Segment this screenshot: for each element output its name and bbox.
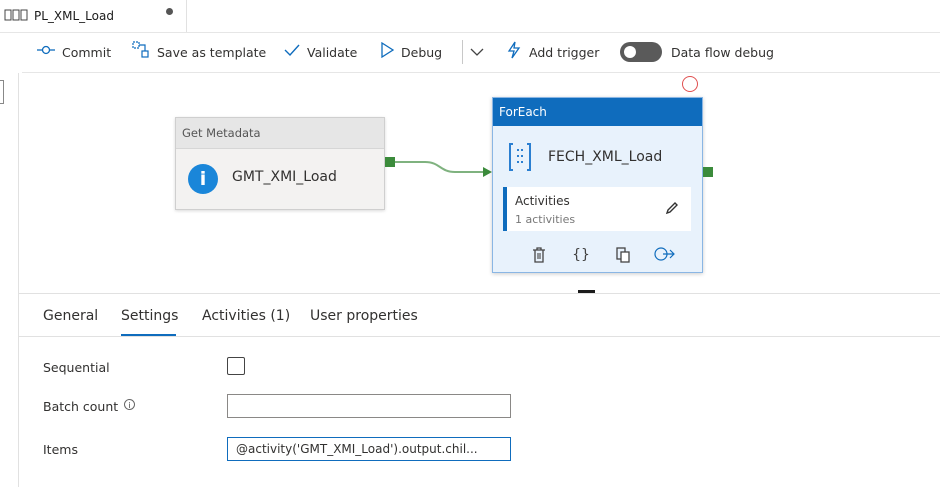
template-icon	[132, 41, 150, 63]
commit-label: Commit	[62, 44, 112, 60]
tabs-divider	[18, 336, 940, 337]
tab-activities[interactable]: Activities (1)	[202, 308, 290, 324]
items-label: Items	[43, 442, 78, 457]
commit-button[interactable]: Commit	[37, 38, 111, 66]
foreach-icon	[509, 142, 531, 171]
toggle-switch[interactable]	[620, 42, 662, 62]
activity-toolbar: {}	[527, 247, 677, 265]
chevron-down-icon	[470, 45, 484, 60]
get-metadata-activity[interactable]: Get Metadata i GMT_XMI_Load	[175, 117, 385, 210]
checkmark-icon	[284, 44, 300, 60]
tab-bar: PL_XML_Load	[0, 0, 940, 33]
add-trigger-label: Add trigger	[529, 44, 600, 60]
info-icon: i	[188, 164, 218, 194]
validate-button[interactable]: Validate	[284, 38, 357, 66]
foreach-activity[interactable]: ForEach FECH_XML_Load Activities 1 activ…	[492, 97, 703, 273]
copy-icon[interactable]	[611, 247, 635, 265]
add-output-icon[interactable]	[653, 247, 677, 265]
tab-title: PL_XML_Load	[34, 9, 114, 23]
activity-type-label: ForEach	[493, 98, 702, 126]
pipeline-tab[interactable]: PL_XML_Load	[0, 0, 187, 32]
dataflow-debug-label: Data flow debug	[671, 44, 774, 60]
debug-button[interactable]: Debug	[380, 38, 442, 66]
inner-activities-panel[interactable]: Activities 1 activities	[503, 187, 691, 231]
collapse-panel-handle[interactable]	[0, 80, 4, 104]
lightning-icon	[506, 41, 522, 63]
connector-arrow	[395, 161, 492, 177]
tab-general[interactable]: General	[43, 308, 98, 324]
success-output-port[interactable]	[385, 157, 395, 167]
pencil-icon[interactable]	[665, 201, 679, 219]
validate-label: Validate	[307, 44, 358, 60]
toggle-knob	[624, 46, 636, 58]
unsaved-indicator-icon	[166, 8, 173, 15]
activity-name: FECH_XML_Load	[548, 149, 663, 165]
play-icon	[380, 41, 395, 62]
debug-label: Debug	[401, 44, 443, 60]
sequential-checkbox[interactable]	[227, 357, 245, 375]
success-output-port[interactable]	[703, 167, 713, 177]
activity-type-label: Get Metadata	[176, 118, 384, 149]
pipeline-icon	[4, 8, 28, 25]
code-braces-icon[interactable]: {}	[569, 247, 593, 265]
activities-count: 1 activities	[515, 213, 576, 226]
toolbar: Commit Save as template Validate Debug A…	[22, 38, 940, 66]
add-trigger-button[interactable]: Add trigger	[506, 38, 599, 66]
save-as-template-label: Save as template	[157, 44, 267, 60]
items-input[interactable]: @activity('GMT_XMI_Load').output.chil...	[227, 437, 511, 461]
tab-settings[interactable]: Settings	[121, 308, 178, 324]
info-icon[interactable]: i	[124, 399, 135, 410]
activity-name: GMT_XMI_Load	[232, 169, 337, 185]
dataflow-debug-toggle[interactable]: Data flow debug	[620, 38, 774, 66]
tab-user-properties[interactable]: User properties	[310, 308, 418, 324]
debug-dropdown-button[interactable]	[470, 38, 484, 66]
commit-icon	[37, 44, 55, 60]
pipeline-canvas[interactable]	[18, 73, 940, 293]
delete-icon[interactable]	[527, 247, 551, 265]
sequential-label: Sequential	[43, 360, 110, 375]
activities-title: Activities	[515, 194, 570, 208]
batch-count-input[interactable]	[227, 394, 511, 418]
error-indicator-icon	[682, 76, 698, 92]
panel-divider	[18, 293, 940, 294]
save-as-template-button[interactable]: Save as template	[132, 38, 266, 66]
batch-count-label: Batch count	[43, 399, 119, 414]
toolbar-separator	[462, 40, 463, 64]
